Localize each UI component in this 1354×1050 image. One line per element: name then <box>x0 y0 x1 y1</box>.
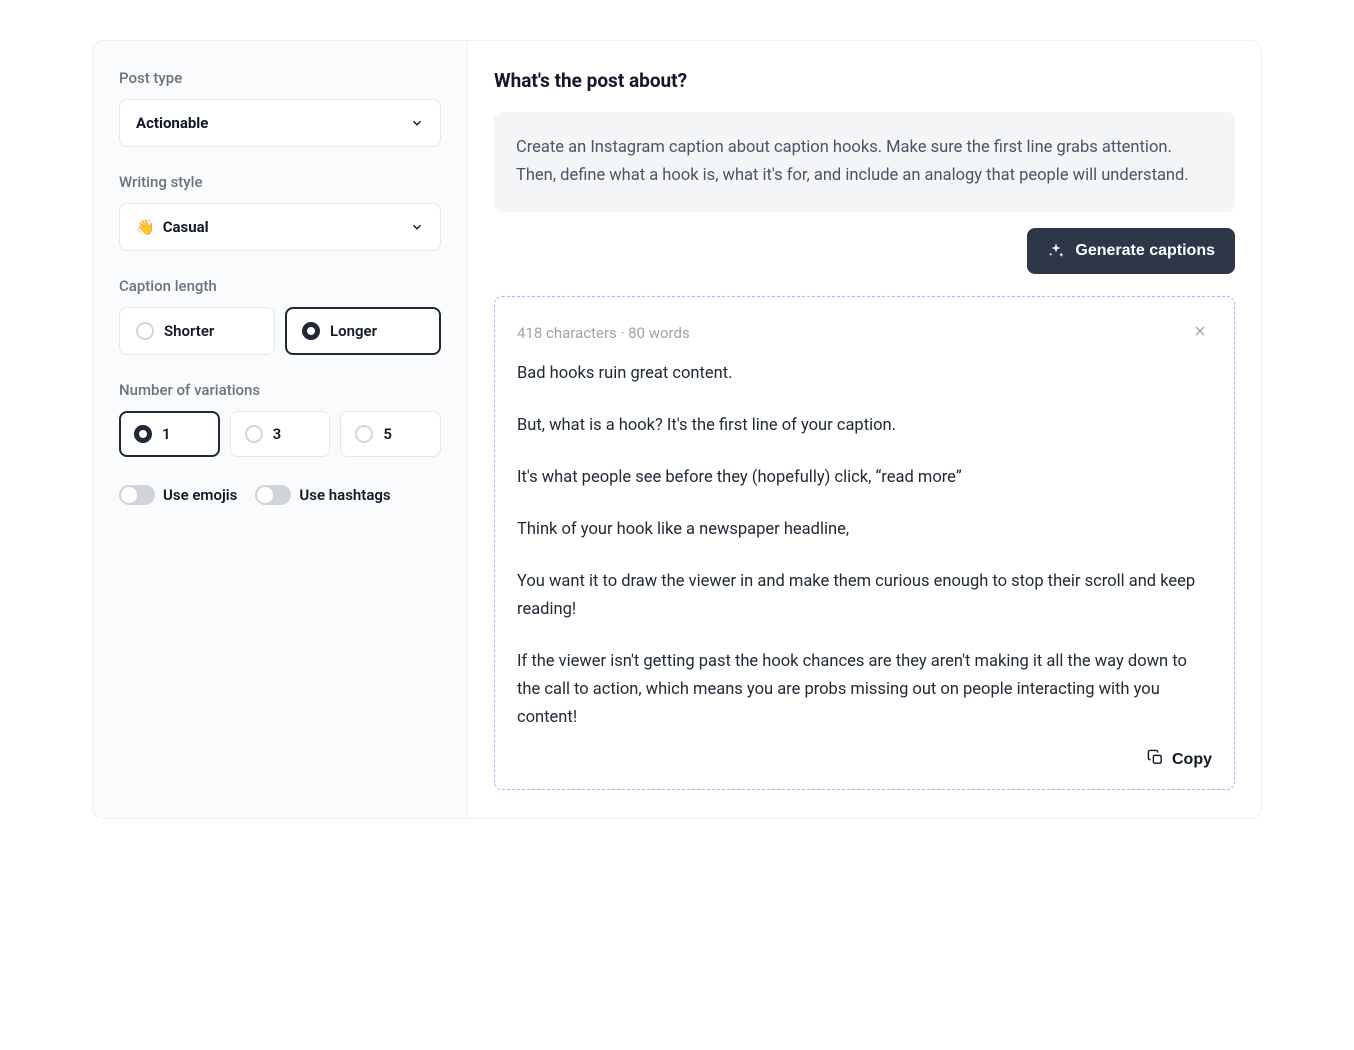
copy-icon <box>1147 749 1164 771</box>
writing-style-text: Casual <box>163 218 209 236</box>
variations-option-label: 3 <box>273 425 282 443</box>
result-paragraph: If the viewer isn't getting past the hoo… <box>517 648 1212 732</box>
result-meta: 418 characters · 80 words <box>517 324 690 342</box>
result-card: 418 characters · 80 words Bad hooks ruin… <box>494 296 1235 789</box>
generate-captions-button[interactable]: Generate captions <box>1027 228 1235 274</box>
copy-button-label: Copy <box>1172 751 1212 769</box>
writing-style-value: 👋 Casual <box>136 218 209 236</box>
use-hashtags-label: Use hashtags <box>299 486 390 504</box>
variations-group: 1 3 5 <box>119 411 441 457</box>
use-emojis-toggle[interactable] <box>119 485 155 505</box>
result-paragraph: Bad hooks ruin great content. <box>517 360 1212 388</box>
result-paragraph: But, what is a hook? It's the first line… <box>517 412 1212 440</box>
radio-icon <box>302 322 320 340</box>
variations-option-label: 1 <box>162 425 171 443</box>
settings-sidebar: Post type Actionable Writing style 👋 Cas… <box>93 41 468 818</box>
caption-length-option-label: Shorter <box>164 322 214 340</box>
main-content: What's the post about? Create an Instagr… <box>468 41 1261 818</box>
radio-icon <box>245 425 263 443</box>
caption-length-group: Shorter Longer <box>119 307 441 355</box>
variations-5[interactable]: 5 <box>340 411 441 457</box>
caption-length-label: Caption length <box>119 277 441 295</box>
close-result-button[interactable] <box>1188 319 1212 346</box>
result-paragraph: It's what people see before they (hopefu… <box>517 464 1212 492</box>
generate-button-label: Generate captions <box>1075 242 1215 260</box>
result-footer: Copy <box>517 749 1212 771</box>
use-emojis-toggle-item: Use emojis <box>119 485 237 505</box>
copy-button[interactable]: Copy <box>1147 749 1212 771</box>
radio-icon <box>134 425 152 443</box>
generate-row: Generate captions <box>494 228 1235 274</box>
caption-length-longer[interactable]: Longer <box>285 307 441 355</box>
radio-icon <box>355 425 373 443</box>
variations-option-label: 5 <box>383 425 392 443</box>
caption-length-option-label: Longer <box>330 322 377 340</box>
result-paragraph: Think of your hook like a newspaper head… <box>517 516 1212 544</box>
chevron-down-icon <box>410 116 424 130</box>
result-paragraph: You want it to draw the viewer in and ma… <box>517 568 1212 624</box>
close-icon <box>1192 323 1208 342</box>
writing-style-select[interactable]: 👋 Casual <box>119 203 441 251</box>
variations-label: Number of variations <box>119 381 441 399</box>
toggles-row: Use emojis Use hashtags <box>119 485 441 505</box>
caption-length-shorter[interactable]: Shorter <box>119 307 275 355</box>
variations-1[interactable]: 1 <box>119 411 220 457</box>
use-emojis-label: Use emojis <box>163 486 237 504</box>
use-hashtags-toggle[interactable] <box>255 485 291 505</box>
chevron-down-icon <box>410 220 424 234</box>
post-type-value: Actionable <box>136 114 208 132</box>
use-hashtags-toggle-item: Use hashtags <box>255 485 390 505</box>
post-type-select[interactable]: Actionable <box>119 99 441 147</box>
result-header: 418 characters · 80 words <box>517 319 1212 346</box>
prompt-heading: What's the post about? <box>494 69 1235 92</box>
radio-icon <box>136 322 154 340</box>
result-body: Bad hooks ruin great content. But, what … <box>517 360 1212 732</box>
caption-generator-panel: Post type Actionable Writing style 👋 Cas… <box>92 40 1262 819</box>
post-type-label: Post type <box>119 69 441 87</box>
variations-3[interactable]: 3 <box>230 411 331 457</box>
wave-emoji-icon: 👋 <box>136 218 155 236</box>
prompt-input[interactable]: Create an Instagram caption about captio… <box>494 112 1235 212</box>
sparkle-icon <box>1047 242 1065 260</box>
writing-style-label: Writing style <box>119 173 441 191</box>
